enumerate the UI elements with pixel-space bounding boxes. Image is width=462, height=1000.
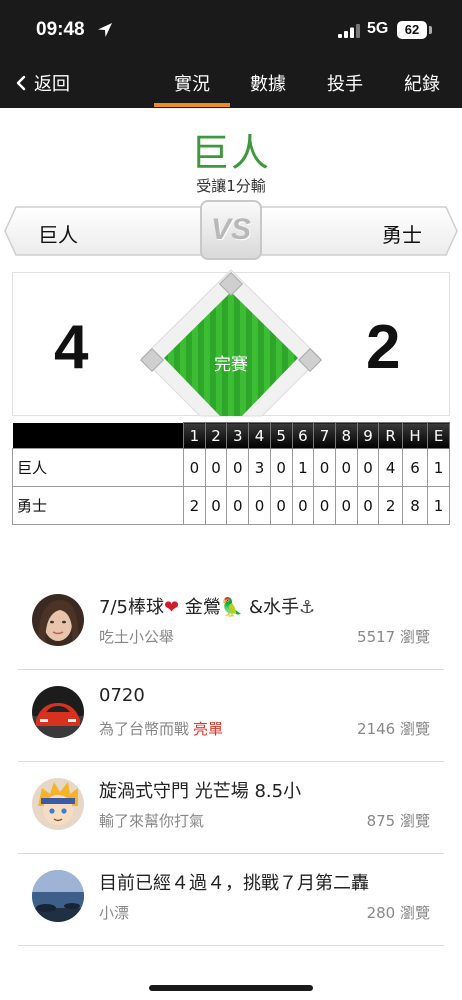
- post-views: 2146 瀏覽: [357, 720, 430, 738]
- tab-pitchers[interactable]: 投手: [327, 70, 363, 96]
- vs-badge: VS: [200, 200, 262, 260]
- box-score-table: 1 2 3 4 5 6 7 8 9 R H E 巨人 0 0 0 3 0 1 0…: [12, 422, 450, 525]
- post-views: 875 瀏覽: [366, 812, 430, 830]
- post-author: 為了台幣而戰 亮單: [99, 718, 223, 739]
- runs-cell: 2: [378, 486, 403, 525]
- team-cell: 巨人: [12, 448, 184, 487]
- inning-cell: 0: [248, 486, 271, 525]
- header-cell: 6: [291, 422, 315, 449]
- errors-cell: 1: [427, 448, 450, 487]
- post-author: 輸了來幫你打氣: [99, 810, 204, 831]
- box-score-row: 勇士 2 0 0 0 0 0 0 0 0 2 8 1: [12, 486, 450, 525]
- author-name: 吃土小公舉: [99, 628, 175, 646]
- post-author: 小漂: [99, 902, 129, 923]
- post-title: 7/5棒球❤ 金鶯🦜 &水手⚓: [99, 593, 315, 619]
- anime-boy-avatar-icon: [32, 778, 84, 830]
- cellular-signal-icon: [338, 24, 360, 38]
- post-title: 目前已經４過４，挑戰７月第二轟: [99, 873, 369, 894]
- status-bar: 09:48 5G 62: [0, 0, 462, 60]
- inning-cell: 0: [313, 486, 336, 525]
- away-team-name: 勇士: [382, 223, 422, 247]
- post-title-text: 金鶯: [179, 597, 221, 618]
- baseball-diamond-icon: [139, 269, 323, 417]
- post-views: 280 瀏覽: [366, 904, 430, 922]
- battery-icon: 62: [397, 21, 427, 39]
- header-corner: [12, 422, 184, 449]
- inning-cell: 0: [204, 486, 228, 525]
- post-title: 旋渦式守門 光芒場 8.5小: [99, 781, 302, 802]
- parrot-icon: 🦜: [220, 597, 244, 618]
- post-item[interactable]: 0720 為了台幣而戰 亮單 2146 瀏覽: [18, 670, 444, 762]
- tab-records[interactable]: 紀錄: [404, 70, 440, 96]
- inning-cell: 0: [334, 448, 358, 487]
- back-button[interactable]: 返回: [14, 70, 70, 96]
- header-cell: 4: [248, 422, 271, 449]
- header-cell: 9: [356, 422, 380, 449]
- runs-cell: 4: [378, 448, 403, 487]
- header-cell: H: [401, 422, 429, 449]
- inning-cell: 0: [291, 486, 315, 525]
- post-item[interactable]: 旋渦式守門 光芒場 8.5小 輸了來幫你打氣 875 瀏覽: [18, 762, 444, 854]
- header-cell: 5: [269, 422, 293, 449]
- battery-tip: [429, 26, 432, 34]
- header-cell: 8: [334, 422, 358, 449]
- post-item[interactable]: 目前已經４過４，挑戰７月第二轟 小漂 280 瀏覽: [18, 854, 444, 946]
- header-cell: 2: [204, 422, 228, 449]
- inning-cell: 0: [356, 486, 380, 525]
- location-arrow-icon: [98, 23, 112, 37]
- inning-cell: 0: [356, 448, 380, 487]
- back-label: 返回: [34, 74, 70, 95]
- tab-live[interactable]: 實況: [154, 70, 230, 107]
- hits-cell: 8: [401, 486, 429, 525]
- header-cell: 3: [226, 422, 250, 449]
- author-name: 小漂: [99, 904, 130, 922]
- post-title-text: &水手: [243, 597, 299, 618]
- header-cell: 1: [183, 422, 206, 449]
- seascape-avatar-icon: [32, 870, 84, 922]
- post-views: 5517 瀏覽: [357, 628, 430, 646]
- game-status: 完賽: [214, 355, 248, 375]
- inning-cell: 0: [334, 486, 358, 525]
- post-title-text: 7/5棒球: [99, 597, 164, 618]
- woman-avatar-icon: [32, 594, 84, 646]
- inning-cell: 0: [269, 486, 293, 525]
- inning-cell: 0: [183, 448, 206, 487]
- home-indicator[interactable]: [149, 985, 313, 991]
- inning-cell: 0: [204, 448, 228, 487]
- inning-cell: 0: [226, 448, 250, 487]
- inning-cell: 0: [313, 448, 336, 487]
- anchor-icon: ⚓: [298, 597, 316, 618]
- inning-cell: 3: [248, 448, 271, 487]
- post-title: 0720: [99, 685, 145, 706]
- author-name: 為了台幣而戰: [99, 720, 190, 738]
- hits-cell: 6: [401, 448, 429, 487]
- winner-team: 巨人: [190, 131, 271, 175]
- nav-bar: 返回 實況 數據 投手 紀錄: [0, 60, 462, 108]
- errors-cell: 1: [427, 486, 450, 525]
- inning-cell: 1: [291, 448, 315, 487]
- tab-stats[interactable]: 數據: [250, 70, 286, 96]
- box-score-header-row: 1 2 3 4 5 6 7 8 9 R H E: [12, 422, 450, 449]
- chevron-left-icon: [16, 75, 26, 91]
- home-team-name: 巨人: [38, 223, 78, 247]
- post-badge: 亮單: [193, 720, 224, 738]
- author-name: 輸了來幫你打氣: [99, 812, 205, 830]
- bet-result: 受讓1分輸: [196, 177, 266, 195]
- box-score-row: 巨人 0 0 0 3 0 1 0 0 0 4 6 1: [12, 448, 450, 487]
- status-time: 09:48: [36, 19, 85, 40]
- network-type: 5G: [367, 20, 389, 37]
- heart-icon: ❤: [163, 597, 180, 618]
- inning-cell: 0: [226, 486, 250, 525]
- header-cell: R: [378, 422, 403, 449]
- post-author: 吃土小公舉: [99, 626, 174, 647]
- header-cell: 7: [313, 422, 336, 449]
- header-cell: E: [427, 422, 450, 449]
- post-item[interactable]: 7/5棒球❤ 金鶯🦜 &水手⚓ 吃土小公舉 5517 瀏覽: [18, 578, 444, 670]
- team-cell: 勇士: [12, 486, 184, 525]
- inning-cell: 2: [183, 486, 206, 525]
- red-car-avatar-icon: [32, 686, 84, 738]
- inning-cell: 0: [269, 448, 293, 487]
